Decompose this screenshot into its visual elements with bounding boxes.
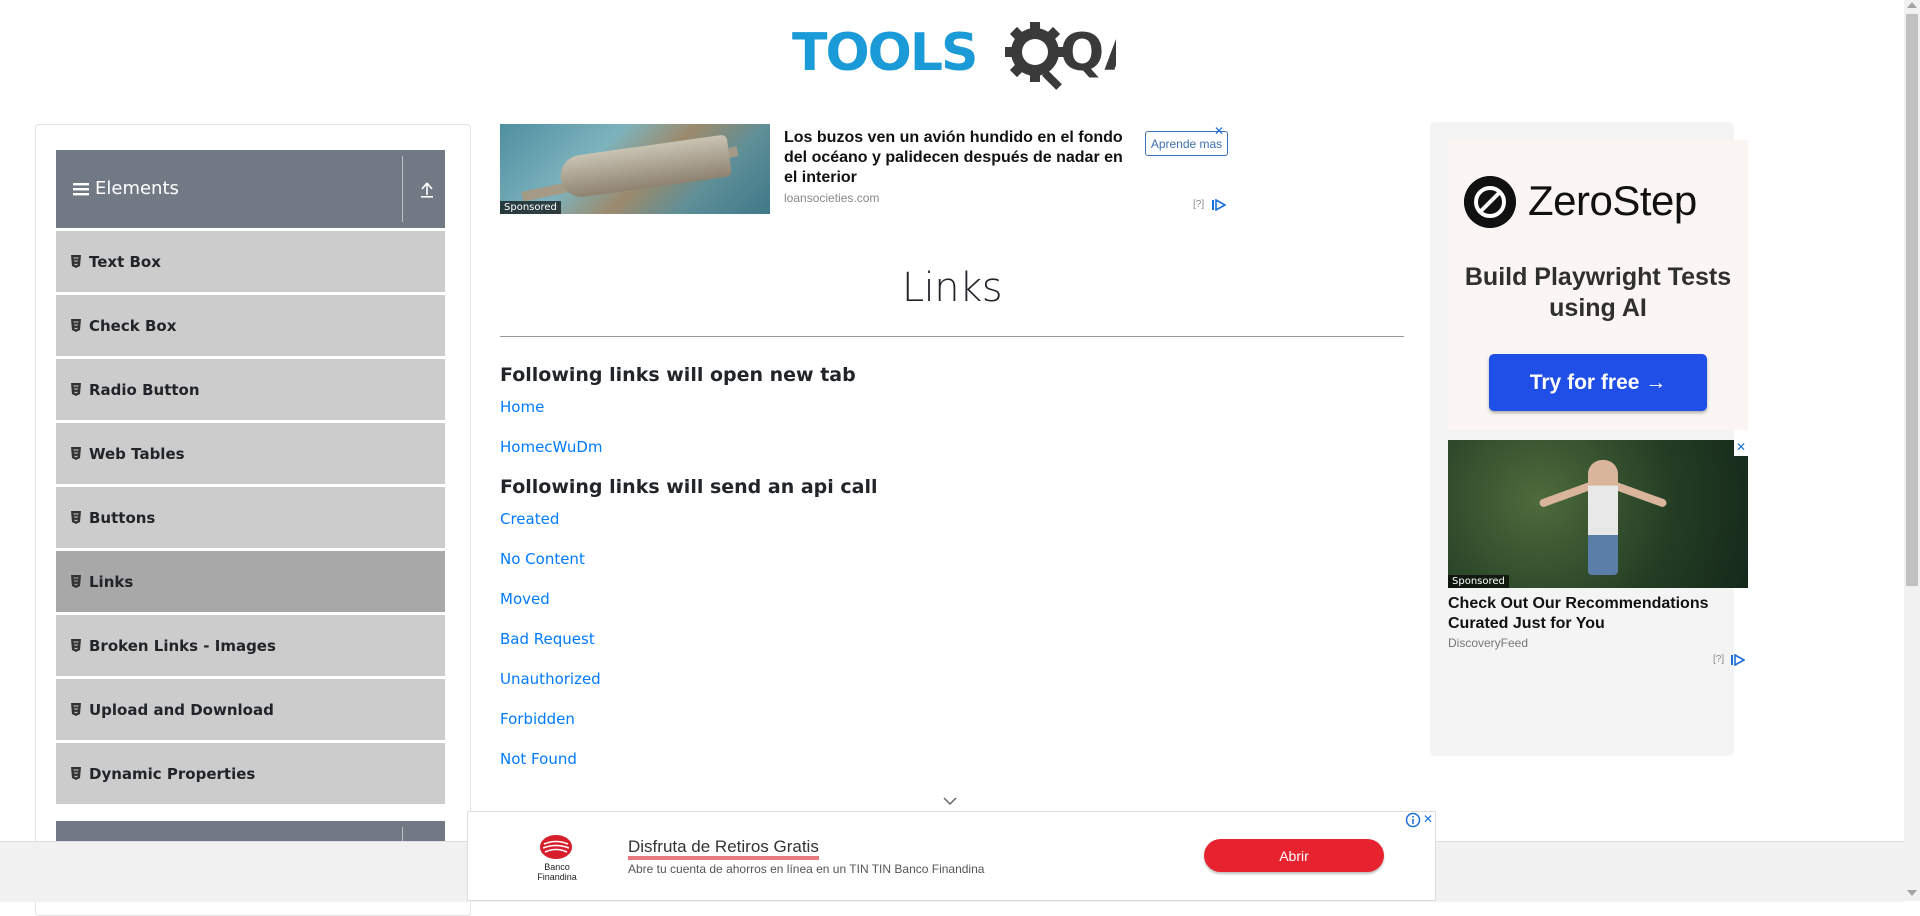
html5-icon bbox=[71, 703, 81, 716]
toolsqa-logo[interactable]: TOOLS QA bbox=[790, 14, 1116, 92]
bottom-ad-subtitle: Abre tu cuenta de ahorros en línea en un… bbox=[628, 862, 985, 876]
sidebar-item-web-tables[interactable]: Web Tables bbox=[56, 423, 445, 484]
sidebar-item-broken-links[interactable]: Broken Links - Images bbox=[56, 615, 445, 676]
top-ad-domain[interactable]: loansocieties.com bbox=[784, 191, 879, 205]
sidebar-item-label: Web Tables bbox=[89, 444, 185, 463]
zerostep-logo-icon bbox=[1464, 176, 1516, 228]
link-unauthorized[interactable]: Unauthorized bbox=[500, 670, 601, 688]
try-for-free-button[interactable]: Try for free → bbox=[1489, 354, 1707, 411]
sponsored-label: Sponsored bbox=[1448, 575, 1509, 588]
right-ad2-title[interactable]: Check Out Our Recommendations Curated Ju… bbox=[1448, 594, 1748, 634]
sidebar-item-radio-button[interactable]: Radio Button bbox=[56, 359, 445, 420]
ad-image-person bbox=[1588, 460, 1618, 575]
sidebar-item-label: Text Box bbox=[89, 252, 161, 271]
html5-icon bbox=[71, 383, 81, 396]
adchoices-icon[interactable] bbox=[1731, 654, 1745, 666]
html5-icon bbox=[71, 255, 81, 268]
sidebar-item-label: Links bbox=[89, 572, 134, 591]
header-divider bbox=[402, 156, 403, 222]
top-ad-title[interactable]: Los buzos ven un avión hundido en el fon… bbox=[784, 128, 1129, 188]
logo-text-tools: TOOLS bbox=[792, 23, 976, 83]
scroll-down-icon[interactable] bbox=[1907, 890, 1917, 896]
sidebar-item-label: Upload and Download bbox=[89, 700, 274, 719]
sidebar-item-dynamic-properties[interactable]: Dynamic Properties bbox=[56, 743, 445, 804]
sidebar-item-label: Radio Button bbox=[89, 380, 200, 399]
html5-icon bbox=[71, 447, 81, 460]
sidebar-item-upload-download[interactable]: Upload and Download bbox=[56, 679, 445, 740]
scroll-up-icon[interactable] bbox=[1907, 2, 1917, 8]
sponsored-label: Sponsored bbox=[500, 201, 561, 214]
ad-help-link[interactable]: [?] bbox=[1713, 654, 1724, 665]
elements-group-header[interactable]: Elements bbox=[56, 150, 445, 228]
sidebar-item-check-box[interactable]: Check Box bbox=[56, 295, 445, 356]
adchoices-icon[interactable] bbox=[1212, 199, 1226, 211]
collapse-up-icon[interactable] bbox=[419, 180, 435, 200]
html5-icon bbox=[71, 511, 81, 524]
abrir-button[interactable]: Abrir bbox=[1204, 839, 1384, 872]
right-ad2-domain[interactable]: DiscoveryFeed bbox=[1448, 636, 1528, 650]
hamburger-icon bbox=[73, 182, 89, 195]
gear-magnifier-icon bbox=[1005, 22, 1065, 90]
sidebar-item-buttons[interactable]: Buttons bbox=[56, 487, 445, 548]
bottom-ad-title[interactable]: Disfruta de Retiros Gratis bbox=[628, 838, 819, 860]
elements-menu: Text Box Check Box Radio Button Web Tabl… bbox=[56, 231, 445, 807]
link-dynamic-home[interactable]: HomecWuDm bbox=[500, 438, 603, 456]
ad-image-plane bbox=[557, 134, 733, 200]
bank-name: Banco Finandina bbox=[537, 862, 577, 882]
link-not-found[interactable]: Not Found bbox=[500, 750, 577, 768]
top-ad-image[interactable]: Sponsored bbox=[500, 124, 770, 214]
group-title-label: Elements bbox=[95, 178, 179, 199]
sidebar-item-label: Broken Links - Images bbox=[89, 636, 276, 655]
sidebar-item-label: Check Box bbox=[89, 316, 177, 335]
scrollbar-thumb[interactable] bbox=[1906, 14, 1918, 586]
close-icon[interactable]: ✕ bbox=[1734, 440, 1748, 456]
close-icon[interactable]: ✕ bbox=[1423, 812, 1437, 828]
link-home[interactable]: Home bbox=[500, 398, 544, 416]
title-divider bbox=[500, 336, 1404, 337]
link-created[interactable]: Created bbox=[500, 510, 559, 528]
info-icon[interactable] bbox=[1405, 812, 1421, 828]
html5-icon bbox=[71, 319, 81, 332]
group-title: Elements bbox=[73, 178, 179, 199]
logo-text-qa: QA bbox=[1060, 23, 1116, 83]
section-heading-new-tab: Following links will open new tab bbox=[500, 364, 856, 386]
sidebar-item-links[interactable]: Links bbox=[56, 551, 445, 612]
html5-icon bbox=[71, 767, 81, 780]
html5-icon bbox=[71, 639, 81, 652]
html5-icon bbox=[71, 575, 81, 588]
chevron-down-icon[interactable] bbox=[942, 796, 958, 806]
zerostep-tagline: Build Playwright Tests using AI bbox=[1464, 263, 1732, 322]
link-forbidden[interactable]: Forbidden bbox=[500, 710, 575, 728]
sidebar-item-label: Dynamic Properties bbox=[89, 764, 256, 783]
right-ad2-image[interactable]: Sponsored bbox=[1448, 440, 1748, 588]
zerostep-brand: ZeroStep bbox=[1528, 177, 1697, 224]
bank-logo-icon bbox=[540, 835, 572, 859]
link-no-content[interactable]: No Content bbox=[500, 550, 585, 568]
section-heading-api-call: Following links will send an api call bbox=[500, 476, 878, 498]
link-moved[interactable]: Moved bbox=[500, 590, 550, 608]
sidebar-item-text-box[interactable]: Text Box bbox=[56, 231, 445, 292]
link-bad-request[interactable]: Bad Request bbox=[500, 630, 595, 648]
ad-help-link[interactable]: [?] bbox=[1193, 199, 1204, 210]
close-icon[interactable]: ✕ bbox=[1214, 124, 1224, 138]
sidebar-item-label: Buttons bbox=[89, 508, 156, 527]
page-title: Links bbox=[901, 265, 1003, 311]
